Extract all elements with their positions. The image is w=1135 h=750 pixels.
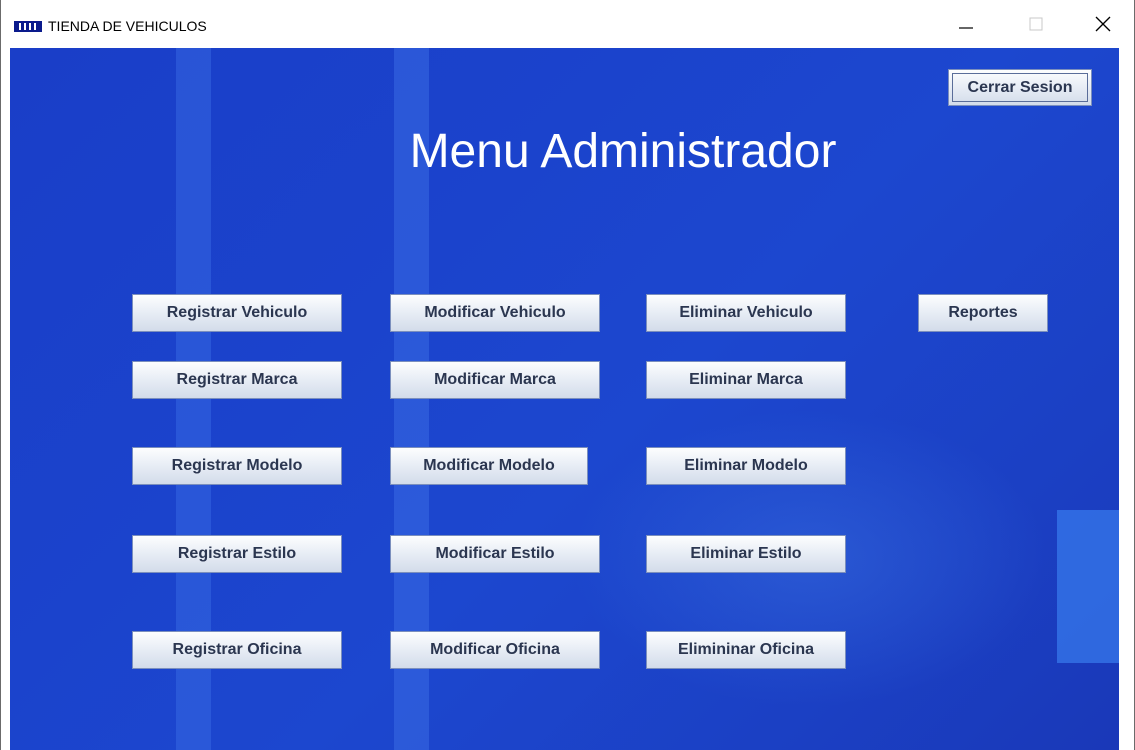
app-window: TIENDA DE VEHICULOS Cerrar Sesion Menu A… <box>0 0 1135 750</box>
modify-brand-button[interactable]: Modificar Marca <box>390 361 600 399</box>
content-panel: Cerrar Sesion Menu Administrador Registr… <box>10 48 1119 750</box>
minimize-button[interactable] <box>943 0 989 48</box>
maximize-button[interactable] <box>1013 0 1059 48</box>
modify-style-button[interactable]: Modificar Estilo <box>390 535 600 573</box>
window-title: TIENDA DE VEHICULOS <box>48 18 207 34</box>
register-style-button[interactable]: Registrar Estilo <box>132 535 342 573</box>
title-bar[interactable]: TIENDA DE VEHICULOS <box>1 0 1134 48</box>
close-icon <box>1095 16 1111 32</box>
background-panel <box>1057 510 1119 663</box>
delete-office-button[interactable]: Elimininar Oficina <box>646 631 846 669</box>
logout-button[interactable]: Cerrar Sesion <box>948 69 1092 106</box>
page-title: Menu Administrador <box>409 125 837 178</box>
close-button[interactable] <box>1080 0 1126 48</box>
modify-vehicle-button[interactable]: Modificar Vehiculo <box>390 294 600 332</box>
delete-brand-button[interactable]: Eliminar Marca <box>646 361 846 399</box>
app-icon <box>14 21 42 32</box>
modify-model-button[interactable]: Modificar Modelo <box>390 447 588 485</box>
delete-model-button[interactable]: Eliminar Modelo <box>646 447 846 485</box>
delete-vehicle-button[interactable]: Eliminar Vehiculo <box>646 294 846 332</box>
modify-office-button[interactable]: Modificar Oficina <box>390 631 600 669</box>
minimize-icon <box>959 27 973 29</box>
delete-style-button[interactable]: Eliminar Estilo <box>646 535 846 573</box>
register-brand-button[interactable]: Registrar Marca <box>132 361 342 399</box>
maximize-icon <box>1029 17 1043 31</box>
register-office-button[interactable]: Registrar Oficina <box>132 631 342 669</box>
register-vehicle-button[interactable]: Registrar Vehiculo <box>132 294 342 332</box>
register-model-button[interactable]: Registrar Modelo <box>132 447 342 485</box>
reports-button[interactable]: Reportes <box>918 294 1048 332</box>
